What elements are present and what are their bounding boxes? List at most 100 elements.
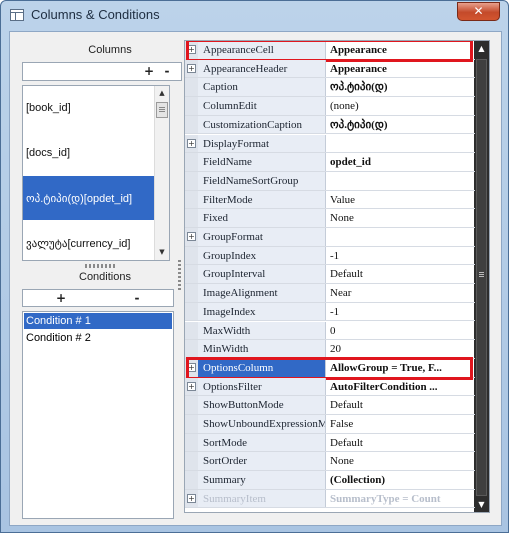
row-gutter	[185, 340, 198, 358]
columns-scrollbar[interactable]: ▲ ▼	[154, 86, 169, 260]
property-name[interactable]: ImageAlignment	[198, 284, 326, 302]
property-row-sortorder[interactable]: SortOrder None	[185, 452, 475, 472]
property-value[interactable]: Near	[327, 284, 475, 302]
property-grid-scrollbar[interactable]: ▲ ▼	[474, 41, 489, 512]
property-value[interactable]: 0	[327, 322, 475, 340]
property-name[interactable]: ShowButtonMode	[198, 396, 326, 414]
property-name[interactable]: MinWidth	[198, 340, 326, 358]
horizontal-splitter-grip[interactable]	[85, 264, 115, 268]
property-name[interactable]: Summary	[198, 471, 326, 489]
column-item[interactable]: [docs_id]	[23, 131, 156, 175]
property-row-groupformat[interactable]: + GroupFormat	[185, 228, 475, 247]
property-row-columnedit[interactable]: ColumnEdit (none)	[185, 97, 475, 116]
property-row-groupindex[interactable]: GroupIndex -1	[185, 246, 475, 266]
property-value[interactable]: -1	[327, 247, 475, 265]
condition-item[interactable]: Condition # 2	[24, 330, 172, 346]
property-grid[interactable]: ▲ ▼ + AppearanceCell Appearance + Appearance…	[184, 40, 490, 513]
property-value[interactable]: Appearance	[327, 60, 475, 78]
remove-condition-button[interactable]: -	[129, 291, 145, 306]
property-value[interactable]: -1	[327, 303, 475, 321]
property-row-customizationcaption[interactable]: CustomizationCaption ოპ.ტიპი(დ)	[185, 115, 475, 135]
property-name[interactable]: MaxWidth	[198, 321, 326, 340]
property-value[interactable]: AutoFilterCondition ...	[327, 378, 475, 396]
property-row-sortmode[interactable]: SortMode Default	[185, 433, 475, 453]
property-value[interactable]: None	[327, 209, 475, 227]
property-value[interactable]: False	[327, 415, 475, 433]
property-value[interactable]: 20	[327, 340, 475, 358]
property-value[interactable]: opdet_id	[327, 153, 475, 171]
property-name[interactable]: ShowUnboundExpressionMenu	[198, 415, 326, 433]
property-value[interactable]: ოპ.ტიპი(დ)	[327, 116, 475, 134]
property-value[interactable]: None	[327, 452, 475, 470]
property-name[interactable]: FilterMode	[198, 190, 326, 209]
column-item-selected[interactable]: ოპ.ტიპი(დ)[opdet_id]	[23, 176, 156, 220]
property-name[interactable]: GroupInterval	[198, 265, 326, 284]
property-value[interactable]: (none)	[327, 97, 475, 115]
property-name[interactable]: Fixed	[198, 209, 326, 227]
close-button[interactable]: ✕	[457, 2, 500, 21]
property-value[interactable]: SummaryType = Count	[327, 490, 475, 508]
column-item[interactable]: ვალუტა[currency_id]	[23, 221, 156, 260]
property-name[interactable]: OptionsFilter	[198, 377, 326, 396]
property-name[interactable]: DisplayFormat	[198, 134, 326, 153]
add-column-button[interactable]: +	[141, 64, 157, 79]
property-row-filtermode[interactable]: FilterMode Value	[185, 190, 475, 210]
property-row-optionsfilter[interactable]: + OptionsFilter AutoFilterCondition ...	[185, 377, 475, 397]
property-name[interactable]: FieldNameSortGroup	[198, 171, 326, 190]
property-row-showbuttonmode[interactable]: ShowButtonMode Default	[185, 396, 475, 415]
property-name[interactable]: ImageIndex	[198, 302, 326, 321]
property-value[interactable]: (Collection)	[327, 471, 475, 489]
row-gutter	[185, 115, 198, 134]
property-name[interactable]: GroupIndex	[198, 246, 326, 265]
property-value[interactable]: Default	[327, 396, 475, 414]
remove-column-button[interactable]: -	[159, 64, 175, 79]
expand-plus-icon[interactable]: +	[187, 232, 196, 241]
property-name[interactable]: GroupFormat	[198, 228, 326, 246]
property-row-groupinterval[interactable]: GroupInterval Default	[185, 265, 475, 285]
property-name[interactable]: AppearanceHeader	[198, 59, 326, 78]
scroll-up-arrow-icon[interactable]: ▲	[474, 41, 489, 56]
scroll-thumb[interactable]	[476, 59, 487, 496]
add-condition-button[interactable]: +	[53, 291, 69, 306]
scroll-thumb[interactable]	[156, 102, 168, 118]
property-row-summaryitem[interactable]: + SummaryItem SummaryType = Count	[185, 489, 475, 509]
property-row-caption[interactable]: Caption ოპ.ტიპი(დ)	[185, 78, 475, 98]
property-name[interactable]: SortMode	[198, 433, 326, 452]
property-value[interactable]: Default	[327, 265, 475, 283]
expand-plus-icon[interactable]: +	[187, 493, 196, 503]
scroll-down-arrow-icon[interactable]: ▼	[155, 245, 169, 260]
expand-plus-icon[interactable]: +	[187, 138, 196, 148]
property-name[interactable]: SortOrder	[198, 452, 326, 471]
property-row-showunboundexpressionmenu[interactable]: ShowUnboundExpressionMenuFalse	[185, 415, 475, 434]
columns-list[interactable]: [book_id] [docs_id] ოპ.ტიპი(დ)[opdet_id]…	[22, 85, 170, 261]
property-name[interactable]: ColumnEdit	[198, 97, 326, 115]
property-value[interactable]	[327, 135, 475, 153]
property-value[interactable]: Value	[327, 191, 475, 209]
property-row-imagealignment[interactable]: ImageAlignment Near	[185, 284, 475, 303]
property-row-fixed[interactable]: Fixed None	[185, 209, 475, 228]
property-value[interactable]	[327, 172, 475, 190]
property-row-fieldname[interactable]: FieldName opdet_id	[185, 153, 475, 172]
expand-plus-icon[interactable]: +	[187, 63, 196, 73]
column-item[interactable]: [book_id]	[23, 86, 156, 130]
property-name[interactable]: CustomizationCaption	[198, 115, 326, 134]
property-row-imageindex[interactable]: ImageIndex -1	[185, 302, 475, 322]
property-value[interactable]	[327, 228, 475, 246]
conditions-list[interactable]: Condition # 1 Condition # 2	[22, 311, 174, 519]
title-bar[interactable]: Columns & Conditions ✕	[1, 1, 508, 31]
scroll-down-arrow-icon[interactable]: ▼	[474, 497, 489, 512]
vertical-splitter-grip[interactable]	[178, 260, 181, 290]
property-row-appearanceheader[interactable]: + AppearanceHeader Appearance	[185, 59, 475, 79]
property-value[interactable]: ოპ.ტიპი(დ)	[327, 78, 475, 96]
scroll-up-arrow-icon[interactable]: ▲	[155, 86, 169, 101]
property-name[interactable]: FieldName	[198, 153, 326, 171]
property-name[interactable]: Caption	[198, 78, 326, 97]
property-row-summary[interactable]: Summary (Collection)	[185, 471, 475, 490]
expand-plus-icon[interactable]: +	[187, 381, 196, 391]
property-row-maxwidth[interactable]: MaxWidth 0	[185, 321, 475, 341]
property-name[interactable]: SummaryItem	[198, 489, 326, 508]
property-value[interactable]: Default	[327, 434, 475, 452]
condition-item-selected[interactable]: Condition # 1	[24, 313, 172, 329]
property-row-fieldnamesortgroup[interactable]: FieldNameSortGroup	[185, 171, 475, 191]
property-row-displayformat[interactable]: + DisplayFormat	[185, 134, 475, 154]
